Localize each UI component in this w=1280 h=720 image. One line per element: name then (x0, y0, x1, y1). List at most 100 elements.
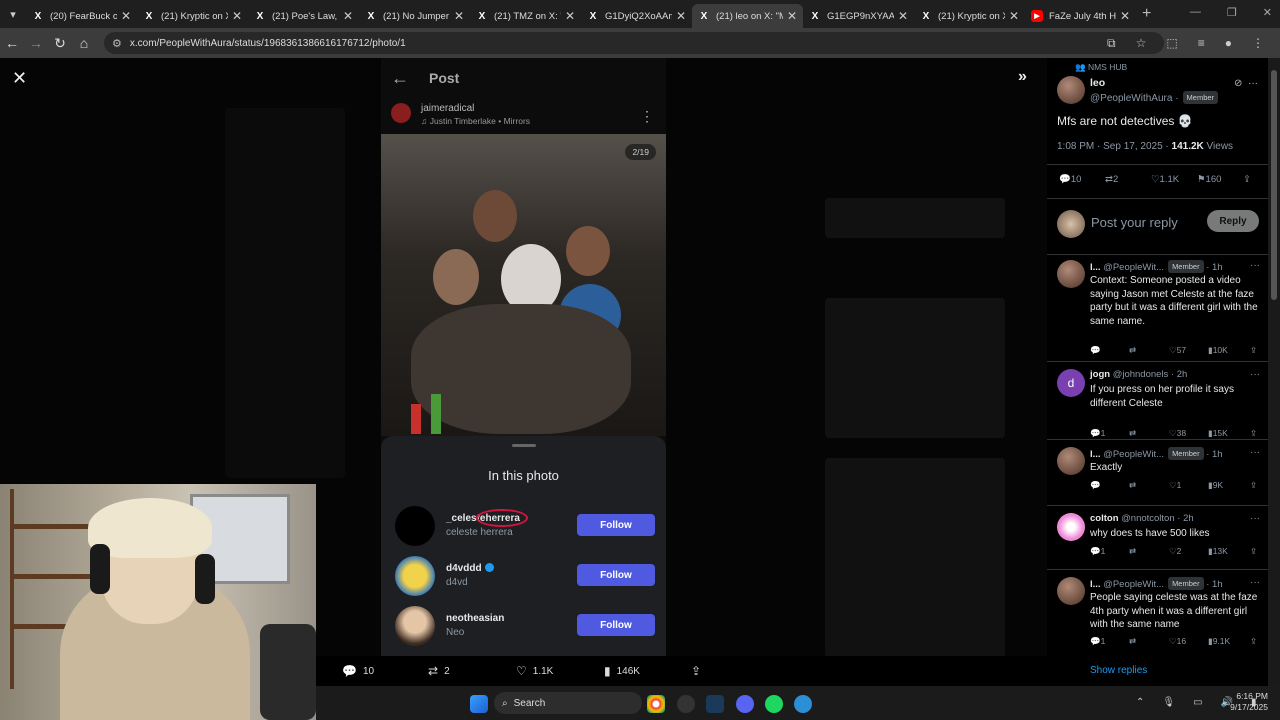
reply-avatar[interactable] (1057, 577, 1085, 605)
home-icon[interactable]: ⌂ (72, 35, 96, 51)
post-repost-button[interactable]: ⇄ 2 (1105, 174, 1118, 185)
more-options-icon[interactable]: ⋮ (640, 108, 654, 125)
reply-like-button[interactable]: ♡ 16 (1169, 636, 1186, 647)
close-window-icon[interactable]: ✕ (1263, 6, 1272, 19)
right-scrollbar[interactable] (1268, 58, 1280, 686)
minimize-icon[interactable]: — (1190, 6, 1201, 19)
reply-repost-button[interactable]: ⇄ (1129, 480, 1136, 491)
reply-like-button[interactable]: ♡ 2 (1169, 546, 1181, 557)
show-replies-link[interactable]: Show replies (1090, 665, 1147, 676)
reply-input[interactable]: Post your reply (1091, 215, 1178, 230)
more-icon[interactable]: ··· (1248, 78, 1258, 89)
tab-close-icon[interactable]: ✕ (343, 9, 353, 23)
person-handle-wrap[interactable]: d4vddd (446, 563, 494, 574)
browser-tab[interactable]: X (21) No Jumper o ✕ (359, 4, 470, 28)
post-bookmark-button[interactable]: ⚑ 160 (1197, 174, 1221, 185)
taskbar-search[interactable]: ⌕ Search (494, 692, 642, 714)
reply-more-icon[interactable]: ··· (1250, 577, 1260, 588)
sheet-drag-handle[interactable] (512, 444, 536, 447)
reply-like-button[interactable]: ♡ 38 (1169, 428, 1186, 439)
maximize-icon[interactable]: ❐ (1227, 6, 1237, 19)
tab-close-icon[interactable]: ✕ (1009, 9, 1019, 23)
reply-views-button[interactable]: ▮ 15K (1208, 428, 1228, 439)
post-time[interactable]: 1:08 PM · Sep 17, 2025 · (1057, 141, 1172, 152)
reply-avatar[interactable] (1057, 260, 1085, 288)
reply-more-icon[interactable]: ··· (1250, 369, 1260, 380)
tab-close-icon[interactable]: ✕ (676, 9, 686, 23)
reply-author-handle[interactable]: @PeopleWit... (1103, 449, 1164, 460)
reply-more-icon[interactable]: ··· (1250, 513, 1260, 524)
windows-start-icon[interactable] (470, 695, 488, 713)
tab-close-icon[interactable]: ✕ (565, 9, 575, 23)
tab-close-icon[interactable]: ✕ (1120, 9, 1130, 23)
microphone-icon[interactable]: 🎙 (1162, 697, 1175, 708)
like-action[interactable]: ♡ 1.1K (516, 664, 553, 678)
taskbar-clock[interactable]: 6:16 PM 9/17/2025 (1230, 691, 1268, 713)
install-app-icon[interactable]: ⧉ (1107, 36, 1116, 51)
tab-close-icon[interactable]: ✕ (454, 9, 464, 23)
tab-search-button[interactable]: ▾ (0, 0, 26, 28)
reply-reply-button[interactable]: 💬 (1090, 480, 1101, 491)
reply-reply-button[interactable]: 💬 1 (1090, 636, 1105, 647)
network-icon[interactable]: ▭ (1193, 697, 1202, 708)
reply-share-button[interactable]: ⇪ (1250, 480, 1257, 491)
author-avatar[interactable] (391, 103, 411, 123)
reply-repost-button[interactable]: ⇄ (1129, 345, 1136, 356)
person-avatar[interactable] (395, 556, 435, 596)
reply-share-button[interactable]: ⇪ (1250, 636, 1257, 647)
post-avatar[interactable] (1057, 76, 1085, 104)
reply-action[interactable]: 💬 10 (342, 664, 374, 678)
reply-share-button[interactable]: ⇪ (1250, 428, 1257, 439)
reply-reply-button[interactable]: 💬 1 (1090, 428, 1105, 439)
reply-author-handle[interactable]: @PeopleWit... (1103, 579, 1164, 590)
post-like-button[interactable]: ♡ 1.1K (1151, 174, 1179, 185)
collapse-panel-icon[interactable]: » (1018, 68, 1027, 86)
globe-app-icon[interactable] (794, 695, 812, 713)
browser-tab[interactable]: X (21) leo on X: "Mf ✕ (692, 4, 803, 28)
reply-time[interactable]: · 1h (1206, 449, 1222, 460)
browser-tab[interactable]: X (21) Kryptic on X: ✕ (137, 4, 248, 28)
reply-avatar[interactable] (1057, 513, 1085, 541)
post-reply-button[interactable]: 💬 10 (1059, 174, 1081, 185)
follow-button[interactable]: Follow (577, 614, 655, 636)
browser-tab[interactable]: X G1EGP9nXYAAQC ✕ (803, 4, 914, 28)
reply-share-button[interactable]: ⇪ (1250, 546, 1257, 557)
chrome-icon[interactable] (647, 695, 665, 713)
forward-icon[interactable]: → (24, 35, 48, 51)
reply-views-button[interactable]: ▮ 10K (1208, 345, 1228, 356)
reply-author-handle[interactable]: @johndonels (1113, 369, 1169, 380)
reply-like-button[interactable]: ♡ 57 (1169, 345, 1186, 356)
close-viewer-icon[interactable]: ✕ (12, 68, 27, 89)
reload-icon[interactable]: ↻ (48, 35, 72, 52)
person-avatar[interactable] (395, 606, 435, 646)
tab-close-icon[interactable]: ✕ (121, 9, 131, 23)
tab-close-icon[interactable]: ✕ (787, 9, 797, 23)
browser-tab[interactable]: ▶ FaZe July 4th Hou ✕ (1025, 4, 1136, 28)
reply-author-name[interactable]: l... (1090, 262, 1101, 273)
follow-button[interactable]: Follow (577, 564, 655, 586)
reply-time[interactable]: · 1h (1206, 262, 1222, 273)
browser-tab[interactable]: X (21) Kryptic on X: ✕ (914, 4, 1025, 28)
grok-icon[interactable]: ⊘ (1234, 78, 1242, 89)
browser-tab[interactable]: X G1DyiQ2XoAAmO ✕ (581, 4, 692, 28)
new-tab-button[interactable]: + (1142, 5, 1151, 23)
views-action[interactable]: ▮ 146K (604, 664, 640, 678)
my-avatar[interactable] (1057, 210, 1085, 238)
follow-button[interactable]: Follow (577, 514, 655, 536)
reply-button[interactable]: Reply (1207, 210, 1259, 232)
post-author-handle[interactable]: @PeopleWithAura (1090, 93, 1172, 104)
post-share-button[interactable]: ⇪ (1243, 174, 1251, 185)
reply-more-icon[interactable]: ··· (1250, 260, 1260, 271)
steam-icon[interactable] (706, 695, 724, 713)
reply-author-name[interactable]: l... (1090, 579, 1101, 590)
person-handle[interactable]: neotheasian (446, 613, 504, 624)
reply-share-button[interactable]: ⇪ (1250, 345, 1257, 356)
reply-avatar[interactable] (1057, 447, 1085, 475)
spotify-icon[interactable] (765, 695, 783, 713)
reply-author-name[interactable]: colton (1090, 513, 1119, 524)
address-bar[interactable]: ⚙ x.com/PeopleWithAura/status/1968361386… (104, 32, 1164, 54)
tab-close-icon[interactable]: ✕ (232, 9, 242, 23)
post-author-name[interactable]: leo (1090, 77, 1105, 89)
reply-more-icon[interactable]: ··· (1250, 447, 1260, 458)
community-label[interactable]: 👥 NMS HUB (1075, 62, 1127, 73)
